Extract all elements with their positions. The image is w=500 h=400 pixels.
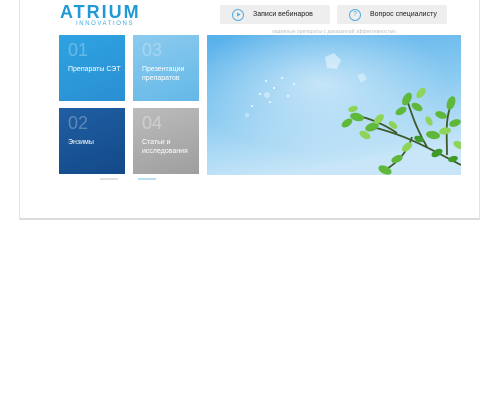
tile-number: 03 <box>142 40 163 60</box>
hero-tree-branch-image <box>207 35 461 175</box>
slider-indicator[interactable] <box>100 178 118 180</box>
question-icon: ? <box>349 8 361 21</box>
slider-indicator-active[interactable] <box>138 178 156 180</box>
question-button-label: Вопрос специалисту <box>370 11 437 18</box>
logo[interactable]: ATRIUM INNOVATIONS <box>60 3 155 27</box>
tile-number: 04 <box>142 113 163 133</box>
tile-number: 02 <box>68 113 89 133</box>
play-icon <box>232 8 244 21</box>
tile-articles[interactable]: 04 Статьи и исследования <box>133 108 199 174</box>
tile-drugs[interactable]: 01 Препараты СЭТ <box>59 35 125 101</box>
question-button[interactable]: ? Вопрос специалисту <box>337 5 447 24</box>
logo-subtitle: INNOVATIONS <box>76 21 135 27</box>
tile-label: Презентации препаратов <box>142 66 185 82</box>
tile-presentations[interactable]: 03 Презентации препаратов <box>133 35 199 101</box>
webinars-button-label: Записи вебинаров <box>253 11 313 18</box>
hero-banner <box>207 35 461 175</box>
tile-label: Статьи и исследования <box>142 139 188 155</box>
logo-wordmark: ATRIUM <box>60 2 141 22</box>
tile-label: Энзимы <box>68 139 94 146</box>
tile-number: 01 <box>68 40 89 60</box>
tile-enzymes[interactable]: 02 Энзимы <box>59 108 125 174</box>
tile-label: Препараты СЭТ <box>68 66 121 73</box>
webinars-button[interactable]: Записи вебинаров <box>220 5 330 24</box>
